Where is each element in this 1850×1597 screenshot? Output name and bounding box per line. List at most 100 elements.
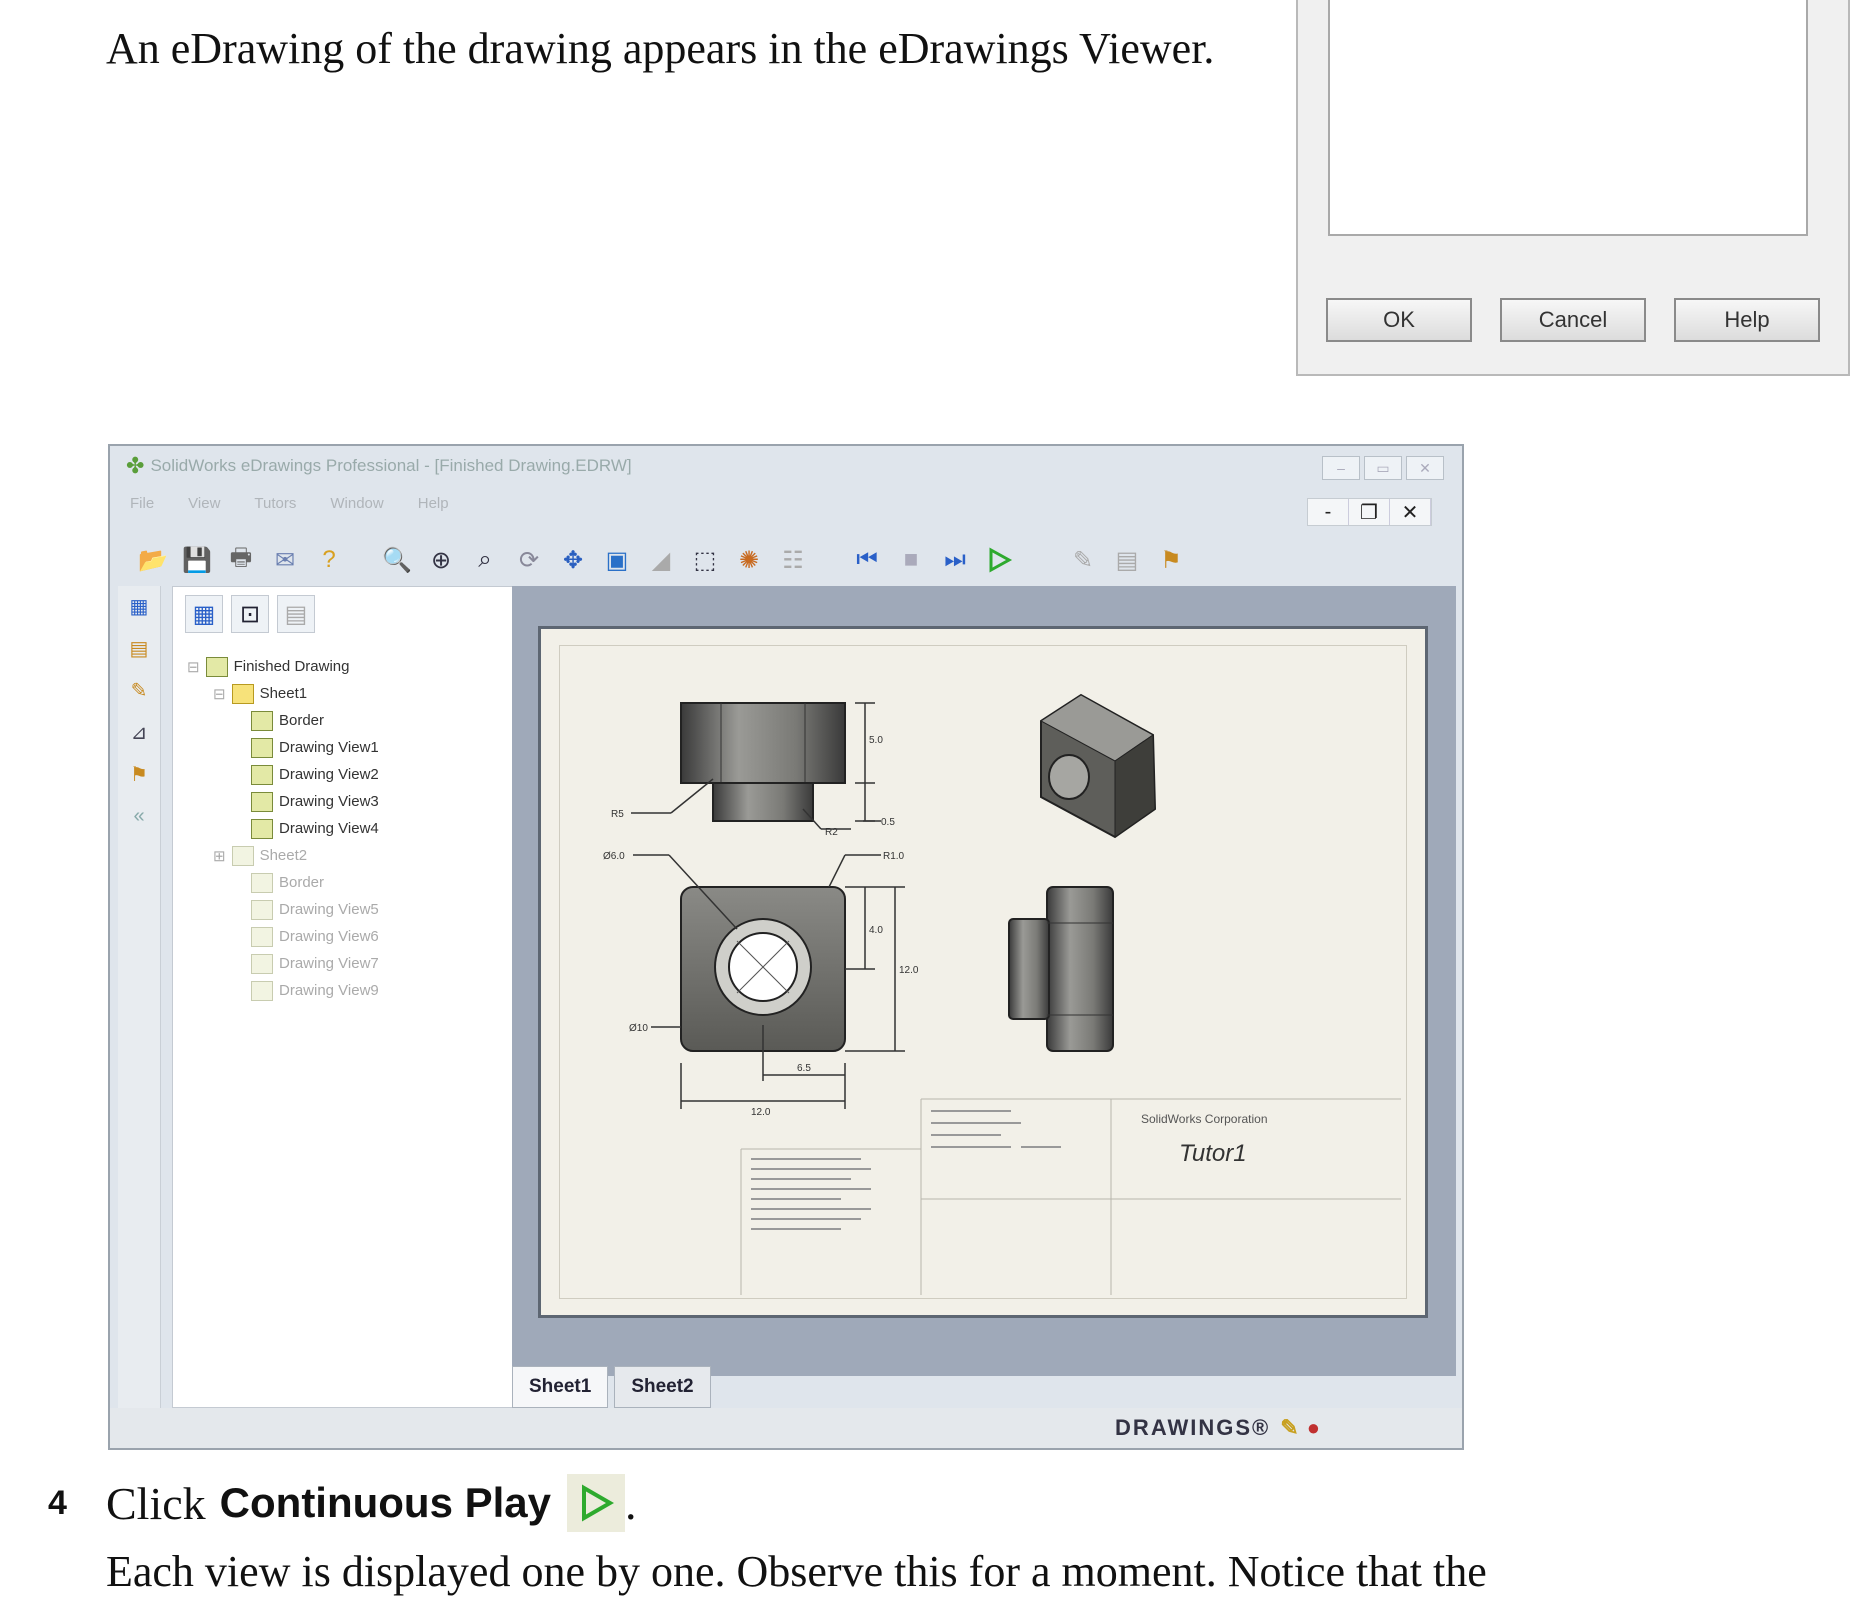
markup-badge-icon: ● (1306, 1415, 1322, 1440)
tree-sheet1[interactable]: ⊟ Sheet1 (187, 680, 379, 707)
stamp-icon[interactable]: ⚑ (1154, 543, 1188, 577)
menu-window[interactable]: Window (330, 495, 383, 512)
measure-icon[interactable]: ✎ (1066, 543, 1100, 577)
main-toolbar: 📂 💾 🖶 ✉ ? 🔍 ⊕ ⌕ ⟳ ✥ ▣ ◢ ⬚ ✺ ☷ ⏮ ■ ⏭ ✎ ▤ … (110, 528, 1462, 592)
tab-sheet2[interactable]: Sheet2 (614, 1366, 711, 1408)
tree-item[interactable]: Drawing View1 (187, 734, 379, 761)
body-text: Each view is displayed one by one. Obser… (106, 1547, 1487, 1596)
next-view-icon[interactable]: ⏭ (938, 543, 972, 577)
tree-item[interactable]: Drawing View3 (187, 788, 379, 815)
tree-item[interactable]: Drawing View6 (187, 923, 379, 950)
step-label: Continuous Play (219, 1479, 552, 1526)
tree-tab-sheets-icon[interactable]: ▦ (185, 595, 223, 633)
tree-tab-markup-icon[interactable]: ▤ (277, 595, 315, 633)
side-panel-strip: ▦ ▤ ✎ ⊿ ⚑ « (118, 586, 161, 1422)
tree-tab-layers-icon[interactable]: ⊡ (231, 595, 269, 633)
zoom-area-icon[interactable]: ⌕ (468, 543, 502, 577)
tab-sheet1[interactable]: Sheet1 (512, 1366, 609, 1408)
company-label: SolidWorks Corporation (1141, 1112, 1268, 1126)
toolbar-separator (356, 543, 370, 577)
dialog-list-box[interactable] (1328, 0, 1808, 236)
help-button[interactable]: Help (1674, 298, 1820, 342)
title-block-fine-print (751, 1110, 1061, 1230)
front-view-body (680, 702, 846, 784)
view-box-icon[interactable]: ▣ (600, 543, 634, 577)
menu-tutors[interactable]: Tutors (254, 495, 296, 512)
dim-label: R2 (825, 827, 838, 838)
close-button[interactable]: ✕ (1406, 456, 1444, 480)
rotate-icon[interactable]: ⟳ (512, 543, 546, 577)
front-view-boss (712, 782, 814, 822)
edrawings-window: ✤ SolidWorks eDrawings Professional - [F… (108, 444, 1464, 1450)
continuous-play-icon[interactable] (982, 543, 1016, 577)
tree-sheet2[interactable]: ⊞ Sheet2 (187, 842, 379, 869)
sheets-icon[interactable]: ▤ (125, 634, 153, 662)
tree-root[interactable]: ⊟ Finished Drawing (187, 653, 379, 680)
tree-item[interactable]: Drawing View4 (187, 815, 379, 842)
doc-minimize-button[interactable]: - (1308, 499, 1349, 525)
dim-label: 0.5 (881, 817, 895, 828)
document-controls: - ❐ ✕ (1307, 498, 1432, 526)
drawing-title: Tutor1 (1179, 1140, 1247, 1167)
measure-tool-icon[interactable]: ⊿ (125, 718, 153, 746)
tree-tabs: ▦ ⊡ ▤ (185, 595, 315, 633)
pan-icon[interactable]: ✥ (556, 543, 590, 577)
dim-label: 12.0 (899, 965, 919, 976)
help-icon[interactable]: ? (312, 543, 346, 577)
tree-item[interactable]: Border (187, 869, 379, 896)
shaded-icon[interactable]: ◢ (644, 543, 678, 577)
hyperlink-icon[interactable]: ✺ (732, 543, 766, 577)
layers-icon[interactable]: ☷ (776, 543, 810, 577)
zoom-fit-icon[interactable]: 🔍 (380, 543, 414, 577)
maximize-button[interactable]: ▭ (1364, 456, 1402, 480)
tree-item[interactable]: Drawing View7 (187, 950, 379, 977)
stamp-tool-icon[interactable]: ⚑ (125, 760, 153, 788)
toolbar-separator-2 (820, 543, 840, 577)
components-icon[interactable]: ▦ (125, 592, 153, 620)
zoom-in-icon[interactable]: ⊕ (424, 543, 458, 577)
doc-close-button[interactable]: ✕ (1390, 499, 1431, 525)
menu-bar: File View Tutors Window Help (110, 486, 1462, 520)
send-icon[interactable]: ✉ (268, 543, 302, 577)
drawing-canvas[interactable]: R5 R2 5.0 0.5 Ø6.0 R1.0 4.0 12.0 Ø10 6.5… (512, 586, 1456, 1376)
menu-view[interactable]: View (188, 495, 220, 512)
print-icon[interactable]: 🖶 (224, 543, 258, 577)
title-bar: ✤ SolidWorks eDrawings Professional - [F… (110, 446, 1462, 486)
app-logo-icon: ✤ (126, 453, 145, 478)
step-instruction: 4 Click Continuous Play . (48, 1474, 637, 1532)
menu-help[interactable]: Help (418, 495, 449, 512)
window-title: SolidWorks eDrawings Professional - [Fin… (150, 456, 632, 475)
dim-label: 5.0 (869, 735, 883, 746)
first-view-icon[interactable]: ⏮ (850, 543, 884, 577)
cancel-button[interactable]: Cancel (1500, 298, 1646, 342)
window-controls: – ▭ ✕ (1322, 456, 1444, 480)
markup-pen-icon[interactable]: ✎ (125, 676, 153, 704)
markup-icon[interactable]: ▤ (1110, 543, 1144, 577)
title-block (740, 1098, 1401, 1295)
step-suffix: . (625, 1477, 637, 1529)
doc-restore-button[interactable]: ❐ (1349, 499, 1390, 525)
tree-item[interactable]: Drawing View5 (187, 896, 379, 923)
save-icon[interactable]: 💾 (180, 543, 214, 577)
select-icon[interactable]: ⬚ (688, 543, 722, 577)
tree-item[interactable]: Drawing View2 (187, 761, 379, 788)
pencil-icon: ✎ (1280, 1415, 1301, 1440)
dim-label: 6.5 (797, 1063, 811, 1074)
tree-item[interactable]: Drawing View9 (187, 977, 379, 1004)
menu-file[interactable]: File (130, 495, 154, 512)
ok-button[interactable]: OK (1326, 298, 1472, 342)
tree-item[interactable]: Border (187, 707, 379, 734)
tree-pane: ▦ ⊡ ▤ ⊟ Finished Drawing ⊟ Sheet1 Border D… (172, 586, 550, 1408)
open-icon[interactable]: 📂 (136, 543, 170, 577)
dim-label: R1.0 (883, 851, 905, 862)
stop-icon[interactable]: ■ (894, 543, 928, 577)
edrawings-logo: DRAWINGS® (1115, 1415, 1271, 1440)
dim-label: Ø6.0 (603, 851, 625, 862)
continuous-play-icon (567, 1474, 626, 1532)
intro-text: An eDrawing of the drawing appears in th… (106, 24, 1215, 73)
dim-label: Ø10 (629, 1023, 648, 1034)
collapse-icon[interactable]: « (125, 802, 153, 830)
dim-label: 12.0 (751, 1107, 771, 1118)
minimize-button[interactable]: – (1322, 456, 1360, 480)
iso-view-boss (1048, 754, 1090, 800)
